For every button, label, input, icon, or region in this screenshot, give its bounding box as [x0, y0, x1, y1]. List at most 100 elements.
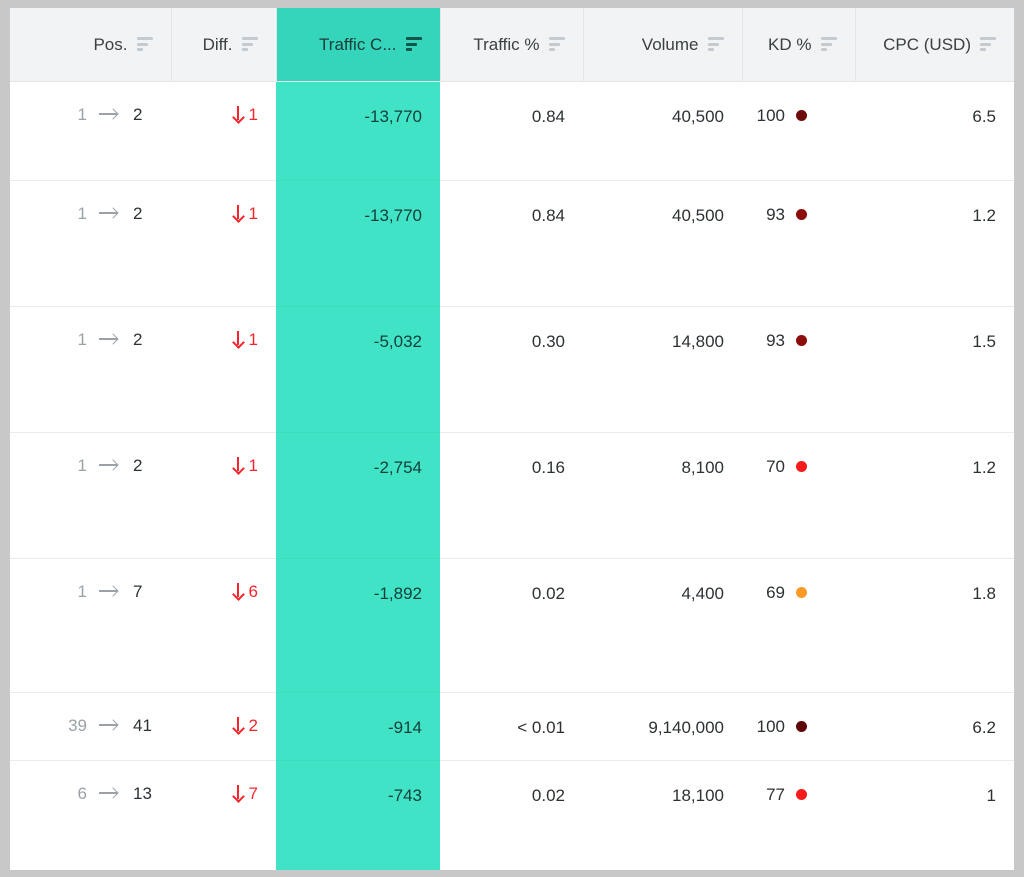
- column-header-label: CPC (USD): [883, 34, 971, 54]
- traffic-change-value: -914: [387, 717, 422, 737]
- table-row[interactable]: 1 7 6 -1,892 0.02 4,400 69 1.8: [10, 558, 1014, 693]
- cell-cpc: 1.5: [855, 306, 1014, 433]
- arrow-down-icon: [232, 330, 244, 348]
- sort-icon[interactable]: [707, 37, 724, 52]
- arrow-right-icon: [99, 207, 121, 219]
- keyword-difficulty-value: 69: [766, 582, 785, 602]
- cell-traffic-percent: < 0.01: [440, 692, 583, 761]
- cell-traffic-change: -914: [276, 692, 440, 761]
- cell-pos: 12: [10, 180, 171, 307]
- position-previous: 1: [77, 329, 87, 349]
- keyword-difficulty-group: 93: [752, 307, 837, 349]
- sort-icon[interactable]: [820, 37, 837, 52]
- cell-volume: 18,100: [583, 760, 742, 870]
- arrow-down-icon: [232, 716, 244, 734]
- arrow-down-icon: [232, 456, 244, 474]
- traffic-percent-value: 0.02: [531, 583, 565, 603]
- traffic-percent-value: 0.02: [531, 785, 565, 805]
- position-change-group: 12: [20, 307, 153, 348]
- column-header-cpc[interactable]: CPC (USD): [855, 8, 1014, 82]
- column-header-kd[interactable]: KD %: [742, 8, 856, 82]
- table-row[interactable]: 1 2 1 -13,770 0.84 40,500 100 6.5: [10, 81, 1014, 181]
- sort-icon[interactable]: [980, 37, 996, 52]
- cell-traffic-percent: 0.84: [440, 180, 583, 307]
- column-header-traffic-percent[interactable]: Traffic %: [440, 8, 584, 82]
- traffic-change-value: -2,754: [373, 457, 422, 477]
- volume-value: 40,500: [672, 205, 724, 225]
- keyword-difficulty-group: 77: [752, 761, 837, 803]
- column-header-label: KD %: [768, 34, 812, 54]
- table-row[interactable]: 1 2 1 -2,754 0.16 8,100 70 1.2: [10, 432, 1014, 559]
- volume-value: 18,100: [672, 785, 724, 805]
- keyword-difficulty-group: 69: [752, 559, 837, 601]
- volume-value: 40,500: [672, 106, 724, 126]
- column-header-traffic-change[interactable]: Traffic C...: [276, 8, 441, 82]
- position-change-group: 6 13: [20, 761, 153, 802]
- position-previous: 39: [68, 715, 87, 735]
- volume-value: 4,400: [681, 583, 724, 603]
- cell-pos: 17: [10, 558, 171, 693]
- position-current: 2: [133, 329, 143, 349]
- arrow-right-icon: [99, 787, 121, 799]
- traffic-percent-value: < 0.01: [517, 717, 565, 737]
- cell-kd: 69: [742, 558, 855, 693]
- traffic-percent-value: 0.16: [531, 457, 565, 477]
- difference-value: 1: [248, 203, 258, 223]
- cell-diff: 7: [171, 760, 276, 870]
- header-row: Pos. Diff. Traffic C... Traffic % Volume…: [10, 8, 1014, 82]
- table-row[interactable]: 39 41 2 -914 < 0.01 9,140,000 100 6.2: [10, 692, 1014, 761]
- sort-icon[interactable]: [136, 37, 153, 52]
- difficulty-dot-icon: [796, 109, 807, 121]
- keyword-difficulty-value: 93: [766, 204, 785, 224]
- volume-value: 9,140,000: [648, 717, 724, 737]
- keyword-metrics-table: Pos. Diff. Traffic C... Traffic % Volume…: [10, 8, 1014, 870]
- position-current: 41: [133, 715, 152, 735]
- cell-kd: 100: [742, 81, 855, 181]
- keyword-table-container: Pos. Diff. Traffic C... Traffic % Volume…: [10, 8, 1014, 870]
- traffic-percent-value: 0.84: [531, 205, 565, 225]
- arrow-right-icon: [99, 719, 121, 731]
- difference-group: 7: [181, 761, 258, 802]
- traffic-change-value: -13,770: [364, 106, 422, 126]
- volume-value: 8,100: [681, 457, 724, 477]
- traffic-change-value: -1,892: [373, 583, 422, 603]
- sort-icon[interactable]: [241, 37, 258, 52]
- cell-traffic-percent: 0.30: [440, 306, 583, 433]
- cell-cpc: 1.2: [855, 180, 1014, 307]
- cell-traffic-change: -2,754: [276, 432, 440, 559]
- cell-diff: 1: [171, 306, 276, 433]
- traffic-percent-value: 0.30: [531, 331, 565, 351]
- sort-icon-active[interactable]: [405, 37, 422, 52]
- position-change-group: 12: [20, 82, 153, 123]
- position-change-group: 12: [20, 181, 153, 222]
- cell-cpc: 6.5: [855, 81, 1014, 181]
- position-previous: 1: [77, 455, 87, 475]
- column-header-diff[interactable]: Diff.: [171, 8, 277, 82]
- keyword-difficulty-value: 77: [766, 784, 785, 804]
- position-current: 13: [133, 783, 152, 803]
- position-previous: 1: [77, 581, 87, 601]
- cell-pos: 12: [10, 81, 171, 181]
- difference-value: 6: [248, 581, 258, 601]
- column-header-volume[interactable]: Volume: [583, 8, 743, 82]
- sort-icon[interactable]: [548, 37, 565, 52]
- keyword-difficulty-value: 70: [766, 456, 785, 476]
- cpc-value: 1.8: [972, 583, 996, 603]
- difficulty-dot-icon: [796, 460, 807, 472]
- arrow-right-icon: [99, 108, 121, 120]
- cell-diff: 6: [171, 558, 276, 693]
- table-row[interactable]: 6 13 7 -743 0.02 18,100 77 1: [10, 760, 1014, 870]
- table-row[interactable]: 1 2 1 -13,770 0.84 40,500 93 1.2: [10, 180, 1014, 307]
- difficulty-dot-icon: [796, 720, 807, 732]
- cpc-value: 1: [986, 785, 996, 805]
- arrow-down-icon: [232, 582, 244, 600]
- table-row[interactable]: 1 2 1 -5,032 0.30 14,800 93 1.5: [10, 306, 1014, 433]
- cell-traffic-change: -13,770: [276, 81, 440, 181]
- position-previous: 1: [77, 203, 87, 223]
- column-header-pos[interactable]: Pos.: [10, 8, 172, 82]
- cell-cpc: 1: [855, 760, 1014, 870]
- column-header-label: Volume: [641, 34, 699, 54]
- difference-group: 6: [181, 559, 258, 600]
- position-change-group: 12: [20, 433, 153, 474]
- keyword-difficulty-group: 93: [752, 181, 837, 223]
